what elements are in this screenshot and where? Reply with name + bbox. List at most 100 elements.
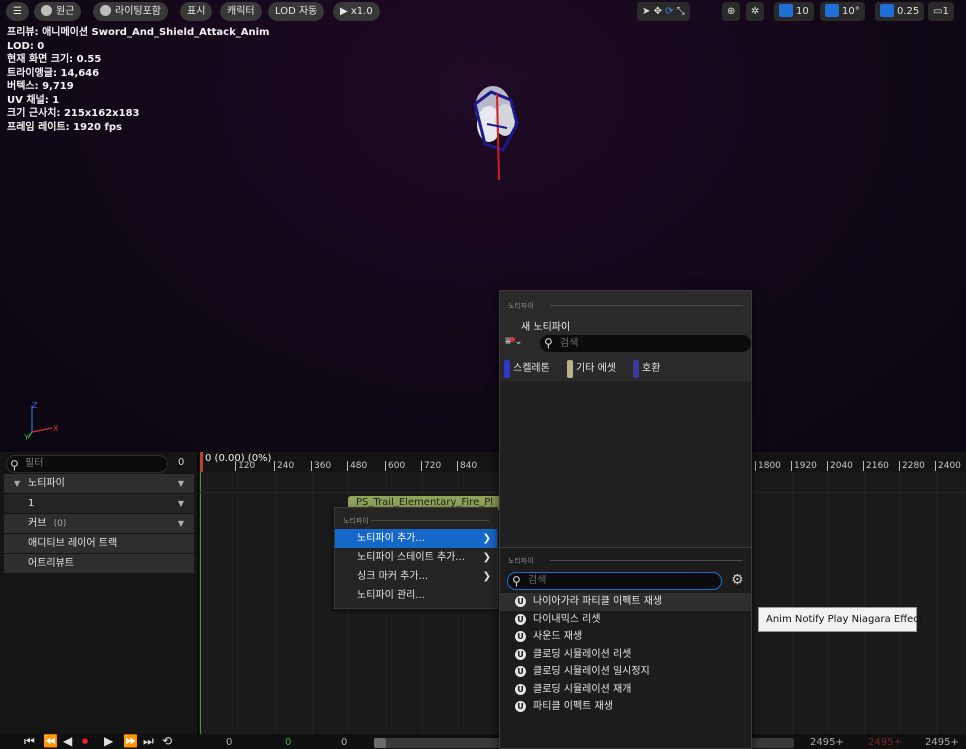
menu-add-sync-marker[interactable]: 싱크 마커 추가... ❯ bbox=[335, 567, 497, 586]
world-local-toggle[interactable]: ⊕ bbox=[722, 2, 741, 21]
collapse-arrow-icon[interactable]: ▼ bbox=[14, 474, 20, 493]
stat-vertices: 버텍스: 9,719 bbox=[7, 81, 74, 92]
menu-manage-notifies[interactable]: 노티파이 관리... bbox=[335, 586, 497, 605]
lod-button[interactable]: LOD 자동 bbox=[268, 2, 325, 21]
track-additive-layer[interactable]: 애디티브 레이어 트랙 bbox=[4, 534, 194, 553]
chevron-down-icon[interactable]: ▼ bbox=[178, 514, 184, 533]
loop-icon[interactable]: ⟲ bbox=[162, 735, 172, 748]
menu-add-notify[interactable]: 노티파이 추가... ❯ bbox=[335, 529, 497, 548]
play-reverse-icon[interactable]: ◀ bbox=[63, 735, 72, 748]
angle-icon bbox=[825, 4, 839, 17]
axis-z-label: Z bbox=[32, 401, 38, 410]
transform-tools[interactable]: ➤ ✥ ⟳ ⤡ bbox=[637, 2, 690, 21]
surface-snap-toggle[interactable]: ✲ bbox=[746, 2, 765, 21]
stat-frame-rate: 프레임 레이트: 1920 fps bbox=[7, 121, 122, 133]
search-icon: ⚲ bbox=[512, 574, 521, 588]
unreal-icon: U bbox=[515, 701, 526, 712]
lighting-button[interactable]: 라이팅포함 bbox=[93, 2, 168, 21]
unreal-icon: U bbox=[515, 683, 526, 695]
gear-icon[interactable]: ⚙ bbox=[731, 572, 744, 588]
notify-class-section: 노티파이 ⚲ 검색 ⚙ U 나이아가라 파티클 이펙트 재생 U 다이내믹스 리… bbox=[500, 547, 751, 748]
rotation-snap-button[interactable]: 10° bbox=[820, 2, 865, 21]
chip-other-assets[interactable]: 기타 에셋 bbox=[567, 359, 616, 379]
skip-to-end-icon[interactable]: ⏭ bbox=[143, 735, 154, 748]
option-play-sound[interactable]: U 사운드 재생 bbox=[500, 628, 751, 646]
show-button[interactable]: 표시 bbox=[180, 2, 213, 21]
select-icon[interactable]: ➤ bbox=[642, 6, 650, 17]
preview-viewport[interactable]: ☰ 원근 라이팅포함 표시 캐릭터 LOD 자동 ▶ x1.0 ➤ ✥ ⟳ ⤡ … bbox=[0, 0, 966, 452]
current-frame[interactable]: 0 bbox=[285, 737, 291, 748]
step-forward-icon[interactable]: ⏩ bbox=[123, 735, 138, 748]
transport-bar: ⏮ ⏪ ◀ ⏺ ▶ ⏩ ⏭ ⟲ 0 0 0 2495+ 2495+ 2495+ bbox=[0, 734, 966, 749]
range-end-1[interactable]: 2495+ bbox=[810, 737, 844, 748]
scrollbar-thumb[interactable] bbox=[374, 738, 386, 748]
menu-add-notify-state[interactable]: 노티파이 스테이트 추가... ❯ bbox=[335, 548, 497, 567]
viewport-stats: 프리뷰: 애니메이션 Sword_And_Shield_Attack_Anim … bbox=[7, 26, 269, 134]
chevron-right-icon: ❯ bbox=[482, 533, 491, 544]
search-icon: ⚲ bbox=[544, 336, 553, 350]
chip-compatible[interactable]: 호환 bbox=[633, 359, 660, 379]
camera-speed-button[interactable]: ▭1 bbox=[928, 2, 954, 21]
play-forward-icon[interactable]: ▶ bbox=[104, 735, 113, 748]
globe-icon: ⊕ bbox=[727, 6, 736, 17]
character-preview[interactable] bbox=[463, 84, 527, 184]
chip-skeleton[interactable]: 스켈레톤 bbox=[504, 359, 550, 379]
track-list-panel: ⚲ 필터 0 ▼ 노티파이 ▼ 1 ▼ 커브 (0) ▼ 애디티브 레이어 트랙… bbox=[0, 452, 197, 734]
option-cloth-resume[interactable]: U 클로딩 시뮬레이션 재개 bbox=[500, 681, 751, 699]
scale-snap-button[interactable]: 0.25 bbox=[875, 2, 925, 21]
stat-approx-size: 크기 근사치: 215x162x183 bbox=[7, 108, 140, 119]
stat-uv-channels: UV 채널: 1 bbox=[7, 94, 60, 106]
chevron-right-icon: ❯ bbox=[482, 552, 491, 563]
unreal-icon: U bbox=[515, 596, 526, 607]
track-attributes[interactable]: 어트리뷰트 bbox=[4, 554, 194, 573]
track-notifies[interactable]: ▼ 노티파이 ▼ bbox=[4, 474, 194, 493]
rotate-icon[interactable]: ⟳ bbox=[665, 6, 673, 17]
grid-icon bbox=[779, 4, 793, 17]
stat-triangles: 트라이앵글: 14,646 bbox=[7, 67, 100, 79]
scrub-handle[interactable] bbox=[200, 452, 203, 472]
skip-to-start-icon[interactable]: ⏮ bbox=[24, 735, 35, 748]
chevron-down-icon[interactable]: ▼ bbox=[178, 494, 184, 513]
option-reset-dynamics[interactable]: U 다이내믹스 리셋 bbox=[500, 611, 751, 629]
step-back-icon[interactable]: ⏪ bbox=[43, 735, 58, 748]
play-icon: ▶ bbox=[340, 6, 351, 17]
sphere-icon bbox=[100, 5, 111, 16]
stat-lod: LOD: 0 bbox=[7, 40, 45, 52]
scale-icon[interactable]: ⤡ bbox=[677, 6, 685, 17]
track-filter-input[interactable]: ⚲ 필터 bbox=[6, 455, 168, 473]
filter-icon[interactable]: ⩸ ⌄ bbox=[505, 336, 523, 347]
scale-snap-icon bbox=[880, 4, 894, 17]
track-notify-1[interactable]: 1 ▼ bbox=[4, 494, 194, 513]
track-curves[interactable]: 커브 (0) ▼ bbox=[4, 514, 194, 533]
viewport-menu-button[interactable]: ☰ bbox=[6, 2, 29, 21]
move-icon[interactable]: ✥ bbox=[654, 6, 662, 17]
option-cloth-reset[interactable]: U 클로딩 시뮬레이션 리셋 bbox=[500, 646, 751, 664]
option-niagara[interactable]: U 나이아가라 파티클 이펙트 재생 bbox=[500, 593, 751, 611]
chevron-right-icon: ❯ bbox=[482, 571, 491, 582]
chevron-down-icon[interactable]: ▼ bbox=[178, 474, 184, 493]
stat-preview: 프리뷰: 애니메이션 Sword_And_Shield_Attack_Anim bbox=[7, 27, 270, 38]
option-cloth-pause[interactable]: U 클로딩 시뮬레이션 일시정지 bbox=[500, 663, 751, 681]
new-notify-item[interactable]: 새 노티파이 bbox=[521, 318, 570, 333]
range-end-3[interactable]: 2495+ bbox=[925, 737, 959, 748]
axis-y-label: Y bbox=[24, 433, 29, 442]
notify-search-input[interactable]: ⚲ 검색 bbox=[507, 572, 722, 590]
unreal-icon: U bbox=[515, 631, 526, 642]
tooltip: Anim Notify Play Niagara Effect bbox=[758, 607, 923, 632]
option-play-particle[interactable]: U 파티클 이펙트 재생 bbox=[500, 698, 751, 716]
end-frame-left[interactable]: 0 bbox=[341, 737, 347, 748]
perspective-button[interactable]: 원근 bbox=[34, 2, 82, 21]
character-button[interactable]: 캐릭터 bbox=[220, 2, 262, 21]
play-rate-button[interactable]: ▶ x1.0 bbox=[333, 2, 380, 21]
new-notify-section: 노티파이 새 노티파이 ⩸ ⌄ ⚲ 검색 스켈레톤 기타 에셋 호환 bbox=[500, 291, 751, 381]
axis-gizmo: Z X Y bbox=[24, 401, 59, 442]
range-end-2[interactable]: 2495+ bbox=[868, 737, 902, 748]
asset-search-input[interactable]: ⚲ 검색 bbox=[540, 335, 751, 352]
cube-icon bbox=[41, 5, 52, 16]
start-frame[interactable]: 0 bbox=[226, 737, 232, 748]
grid-snap-button[interactable]: 10 bbox=[774, 2, 814, 21]
filter-count: 0 bbox=[178, 457, 185, 468]
menu-section-label: 노티파이 bbox=[343, 517, 369, 525]
record-icon[interactable]: ⏺ bbox=[82, 735, 88, 748]
playhead-line bbox=[200, 472, 201, 734]
